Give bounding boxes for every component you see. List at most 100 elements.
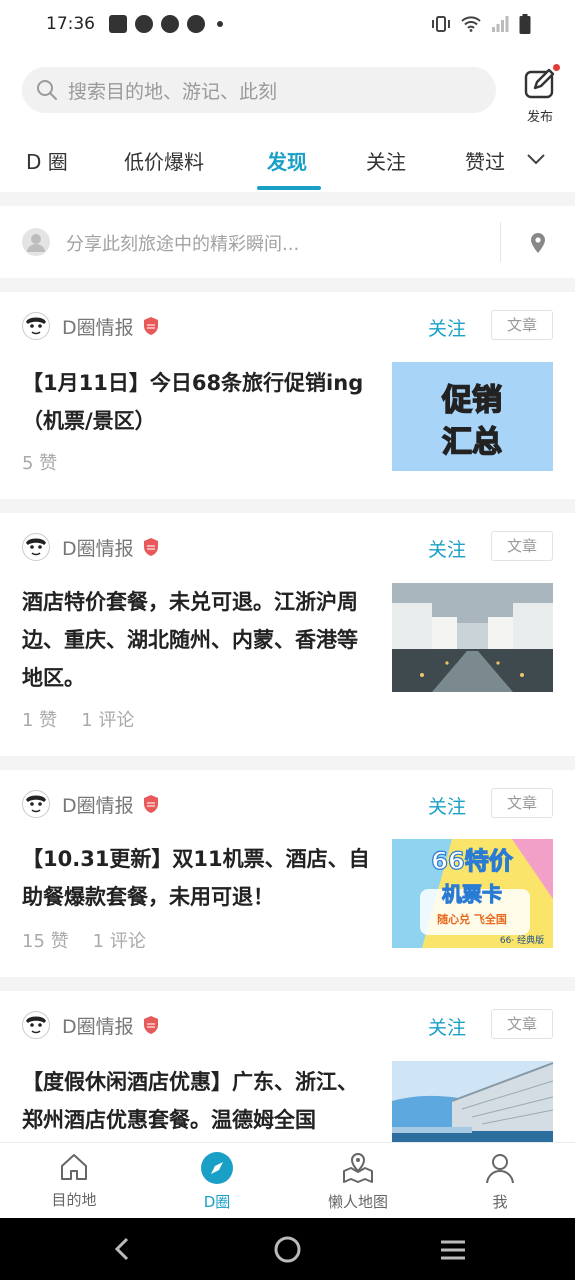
post-title[interactable]: 【10.31更新】双11机票、酒店、自助餐爆款套餐，未用可退！ [22, 840, 372, 916]
tab-bar: D 圈 低价爆料 发现 关注 赞过 [0, 136, 575, 192]
nav-lazy-map[interactable]: 懒人地图 [308, 1151, 408, 1212]
back-icon[interactable] [112, 1236, 132, 1262]
post-title[interactable]: 酒店特价套餐，未兑可退。江浙沪周边、重庆、湖北随州、内蒙、香港等地区。 [22, 583, 372, 697]
post-stats: 5 赞 [22, 449, 57, 475]
person-icon [27, 234, 45, 252]
publish-button[interactable]: 发布 [516, 64, 564, 128]
like-count: 1 赞 [22, 710, 58, 731]
post-thumbnail[interactable] [392, 1061, 553, 1142]
user-avatar [22, 228, 50, 256]
app-icon [135, 15, 153, 33]
author-avatar [22, 312, 50, 340]
divider [0, 756, 575, 770]
author-name: D圈情报 [62, 537, 134, 560]
comment-count: 1 评论 [81, 710, 135, 731]
author-name: D圈情报 [62, 1015, 134, 1038]
nav-destination[interactable]: 目的地 [24, 1151, 124, 1210]
location-pin-icon[interactable] [529, 232, 547, 254]
like-count: 5 赞 [22, 453, 58, 474]
post-author[interactable]: D圈情报 [22, 790, 160, 818]
follow-button[interactable]: 关注 [428, 314, 466, 341]
thumbnail-text: 汇总 [442, 425, 502, 460]
status-time: 17:36 [46, 14, 95, 34]
nav-label: 懒人地图 [327, 1193, 388, 1211]
search-placeholder: 搜索目的地、游记、此刻 [68, 80, 278, 103]
share-moment-bar[interactable]: 分享此刻旅途中的精彩瞬间... [0, 206, 575, 278]
post-type-tag: 文章 [491, 310, 553, 340]
nav-me[interactable]: 我 [450, 1151, 550, 1212]
tab-low-price[interactable]: 低价爆料 [124, 146, 204, 175]
follow-button[interactable]: 关注 [428, 535, 466, 562]
post-card[interactable]: D圈情报 关注 文章 【10.31更新】双11机票、酒店、自助餐爆款套餐，未用可… [0, 770, 575, 977]
dot-icon [217, 21, 223, 27]
post-author[interactable]: D圈情报 [22, 1011, 160, 1039]
bottom-navigation: 目的地 D圈 懒人地图 我 [0, 1142, 575, 1218]
home-icon [61, 1154, 87, 1180]
app-icon [187, 15, 205, 33]
chevron-down-icon[interactable] [526, 152, 546, 166]
post-stats: 15 赞 1 评论 [22, 927, 146, 953]
profile-icon [486, 1154, 514, 1184]
system-navigation-bar [0, 1218, 575, 1280]
tab-discover[interactable]: 发现 [267, 146, 307, 175]
thumbnail-text: 随心兑 飞全国 [437, 912, 507, 926]
notification-icon [109, 15, 127, 33]
app-icon [161, 15, 179, 33]
search-icon [37, 80, 57, 100]
publish-label: 发布 [526, 110, 553, 125]
post-thumbnail[interactable]: 促销 汇总 [392, 362, 553, 471]
wifi-icon [461, 16, 481, 32]
notification-dot [553, 64, 560, 71]
nav-label: D圈 [203, 1193, 231, 1211]
nav-label: 我 [492, 1193, 508, 1211]
tab-following[interactable]: 关注 [366, 146, 406, 175]
tab-liked[interactable]: 赞过 [465, 146, 505, 175]
home-circle-icon[interactable] [274, 1236, 301, 1263]
shield-badge-icon [143, 317, 158, 335]
thumbnail-text: 机票卡 [442, 882, 502, 906]
shield-badge-icon [143, 795, 158, 813]
status-bar: 17:36 [0, 0, 575, 48]
share-placeholder: 分享此刻旅途中的精彩瞬间... [66, 234, 300, 255]
post-title[interactable]: 【1月11日】今日68条旅行促销ing（机票/景区） [22, 364, 372, 440]
author-avatar [22, 1011, 50, 1039]
thumbnail-text: 66特价 [431, 847, 513, 875]
vertical-divider [500, 222, 501, 262]
comment-count: 1 评论 [92, 931, 146, 952]
post-type-tag: 文章 [491, 788, 553, 818]
tab-d-circle[interactable]: D 圈 [26, 146, 68, 175]
divider [0, 977, 575, 991]
follow-button[interactable]: 关注 [428, 792, 466, 819]
follow-button[interactable]: 关注 [428, 1013, 466, 1040]
thumbnail-text: 促销 [441, 383, 502, 418]
search-bar[interactable]: 搜索目的地、游记、此刻 [22, 67, 496, 113]
author-name: D圈情报 [62, 316, 134, 339]
recents-icon[interactable] [440, 1240, 466, 1260]
post-thumbnail[interactable] [392, 583, 553, 692]
post-type-tag: 文章 [491, 1009, 553, 1039]
shield-badge-icon [143, 538, 158, 556]
edit-icon [524, 68, 555, 99]
divider [0, 192, 575, 206]
map-icon [343, 1152, 373, 1183]
divider [0, 278, 575, 292]
divider [0, 499, 575, 513]
header: 搜索目的地、游记、此刻 发布 [0, 58, 575, 126]
nav-label: 目的地 [51, 1191, 97, 1209]
post-author[interactable]: D圈情报 [22, 533, 160, 561]
post-author[interactable]: D圈情报 [22, 312, 160, 340]
post-title[interactable]: 【度假休闲酒店优惠】广东、浙江、郑州酒店优惠套餐。温德姆全国 [22, 1063, 372, 1139]
post-stats: 1 赞 1 评论 [22, 706, 134, 732]
post-type-tag: 文章 [491, 531, 553, 561]
thumbnail-text: 66· 经典版 [500, 934, 544, 946]
post-thumbnail[interactable]: 66特价 机票卡 随心兑 飞全国 66· 经典版 [392, 839, 553, 948]
compass-icon [201, 1152, 233, 1184]
author-avatar [22, 533, 50, 561]
author-avatar [22, 790, 50, 818]
author-name: D圈情报 [62, 794, 134, 817]
vibrate-icon [432, 16, 450, 32]
nav-d-circle[interactable]: D圈 [167, 1151, 267, 1212]
post-card[interactable]: D圈情报 关注 文章 【1月11日】今日68条旅行促销ing（机票/景区） 5 … [0, 292, 575, 499]
post-card[interactable]: D圈情报 关注 文章 【度假休闲酒店优惠】广东、浙江、郑州酒店优惠套餐。温德姆全… [0, 991, 575, 1142]
post-card[interactable]: D圈情报 关注 文章 酒店特价套餐，未兑可退。江浙沪周边、重庆、湖北随州、内蒙、… [0, 513, 575, 756]
